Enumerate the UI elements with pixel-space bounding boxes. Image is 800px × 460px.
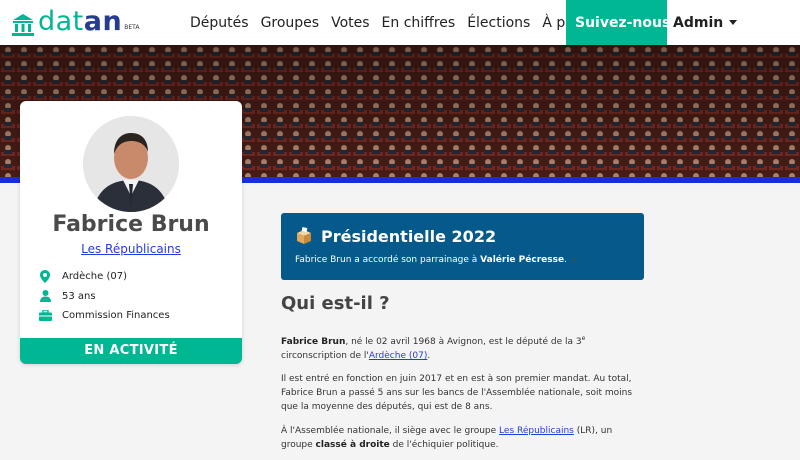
profile-card: Fabrice Brun Les Républicains Ardèche (0… <box>20 101 242 364</box>
briefcase-icon <box>38 308 52 322</box>
location-text: Ardèche (07) <box>62 270 127 282</box>
brand-logo[interactable]: datan BETA <box>12 7 139 37</box>
parliament-icon <box>12 14 34 36</box>
info-location: Ardèche (07) <box>38 269 127 283</box>
follow-label: Suivez-nous <box>575 14 671 31</box>
person-icon <box>38 289 52 303</box>
group-link-inline[interactable]: Les Républicains <box>499 426 574 436</box>
chevron-down-icon <box>729 20 738 25</box>
map-marker-icon <box>38 269 52 283</box>
commission-text: Commission Finances <box>62 309 170 321</box>
status-badge: EN ACTIVITÉ <box>20 338 242 364</box>
deputy-name: Fabrice Brun <box>52 212 210 237</box>
parrainage-text: Fabrice Brun a accordé son parrainage à … <box>295 255 567 265</box>
nav-elections[interactable]: Élections <box>461 15 536 31</box>
info-age: 53 ans <box>38 289 96 303</box>
admin-dropdown[interactable]: Admin <box>673 0 738 45</box>
presidentielle-box: Présidentielle 2022 Fabrice Brun a accor… <box>281 213 644 280</box>
beta-badge: BETA <box>124 24 140 31</box>
admin-label: Admin <box>673 14 724 31</box>
candidate-name: Valérie Pécresse <box>480 255 565 265</box>
ballot-box-icon <box>295 227 313 249</box>
nav-en-chiffres[interactable]: En chiffres <box>376 15 462 31</box>
deputy-avatar <box>83 116 179 212</box>
about-paragraph-2: Il est entré en fonction en juin 2017 et… <box>281 374 633 412</box>
about-paragraph-3: À l'Assemblée nationale, il siège avec l… <box>281 426 613 450</box>
info-commission: Commission Finances <box>38 308 170 322</box>
presidentielle-title: Présidentielle 2022 <box>321 227 497 246</box>
department-link[interactable]: Ardèche (07) <box>369 351 427 361</box>
nav-deputes[interactable]: Députés <box>184 15 255 31</box>
group-link[interactable]: Les Républicains <box>20 242 242 256</box>
about-heading: Qui est-il ? <box>281 293 390 314</box>
follow-dropdown[interactable]: Suivez-nous <box>566 0 685 45</box>
brand-name: datan <box>38 6 123 37</box>
nav-votes[interactable]: Votes <box>325 15 375 31</box>
age-text: 53 ans <box>62 290 96 302</box>
nav-groupes[interactable]: Groupes <box>255 15 326 31</box>
about-paragraph-1: Fabrice Brun, né le 02 avril 1968 à Avig… <box>281 335 586 361</box>
navbar: datan BETA Députés Groupes Votes En chif… <box>0 0 800 45</box>
